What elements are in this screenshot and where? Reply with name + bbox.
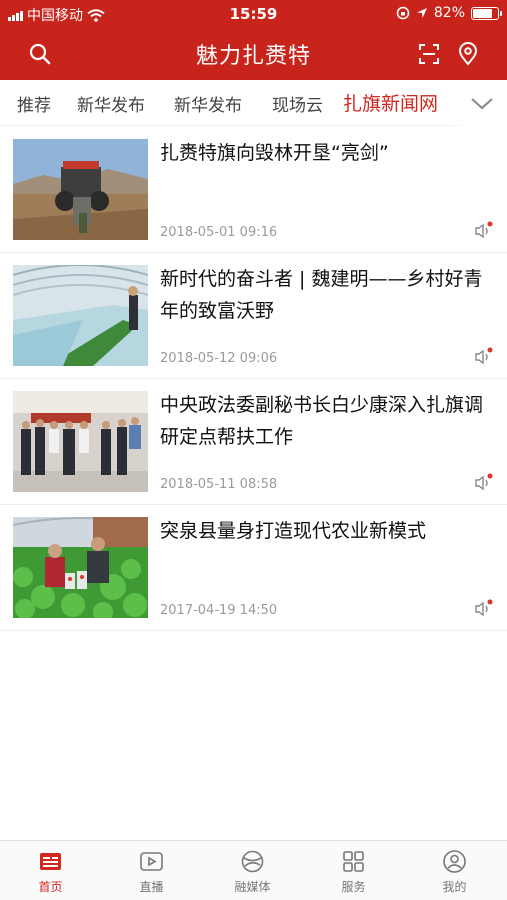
tab-recommend[interactable]: 推荐 xyxy=(17,91,51,116)
news-date: 2017-04-19 14:50 xyxy=(160,603,278,618)
channel-tabs: 推荐 新华发布 新华发布 现场云 扎旗新闻网 xyxy=(0,80,507,126)
news-thumbnail-tractor xyxy=(13,139,148,240)
home-news-icon xyxy=(40,853,61,870)
nav-label: 我的 xyxy=(442,880,467,894)
speaker-icon[interactable] xyxy=(473,221,493,241)
news-headline[interactable]: 新时代的奋斗者 | 魏建明——乡村好青年的致富沃野 xyxy=(160,263,497,327)
news-headline[interactable]: 中央政法委副秘书长白少康深入扎旗调研定点帮扶工作 xyxy=(160,389,497,453)
play-icon xyxy=(140,852,163,871)
nav-services[interactable]: 服务 xyxy=(303,841,404,900)
news-thumbnail-greenhouse xyxy=(13,265,148,366)
chevron-down-icon[interactable] xyxy=(469,91,495,115)
location-arrow-icon xyxy=(416,8,427,18)
app-header: 中国移动 15:59 82% 魅力扎赉特 xyxy=(0,0,507,80)
news-headline[interactable]: 突泉县量身打造现代农业新模式 xyxy=(160,515,497,547)
news-date: 2018-05-11 08:58 xyxy=(160,477,278,492)
news-date: 2018-05-01 09:16 xyxy=(160,225,278,240)
news-date: 2018-05-12 09:06 xyxy=(160,351,278,366)
scan-icon[interactable] xyxy=(415,40,443,68)
nav-label: 直播 xyxy=(139,880,164,894)
speaker-icon[interactable] xyxy=(473,599,493,619)
battery-icon xyxy=(471,6,502,20)
tab-xinhua-release-1[interactable]: 新华发布 xyxy=(77,91,145,116)
news-item[interactable]: 中央政法委副秘书长白少康深入扎旗调研定点帮扶工作 2018-05-11 08:5… xyxy=(0,379,507,505)
status-bar: 中国移动 15:59 82% xyxy=(0,0,507,28)
nav-label: 服务 xyxy=(341,880,366,894)
battery-percent: 82% xyxy=(433,5,465,21)
nav-live[interactable]: 直播 xyxy=(101,841,202,900)
title-bar: 魅力扎赉特 xyxy=(0,28,507,80)
speaker-icon[interactable] xyxy=(473,347,493,367)
news-item[interactable]: 新时代的奋斗者 | 魏建明——乡村好青年的致富沃野 2018-05-12 09:… xyxy=(0,253,507,379)
tab-zaqi-news[interactable]: 扎旗新闻网 xyxy=(343,89,438,116)
bottom-navigation: 首页 直播 融媒体 服务 我的 xyxy=(0,840,507,900)
grid-icon xyxy=(343,851,364,872)
news-item[interactable]: 突泉县量身打造现代农业新模式 2017-04-19 14:50 xyxy=(0,505,507,631)
nav-media[interactable]: 融媒体 xyxy=(202,841,303,900)
speaker-icon[interactable] xyxy=(473,473,493,493)
nav-mine[interactable]: 我的 xyxy=(404,841,505,900)
globe-icon xyxy=(241,850,264,873)
nav-label: 融媒体 xyxy=(234,880,271,894)
news-thumbnail-seedlings xyxy=(13,517,148,618)
lock-rotation-icon xyxy=(396,6,410,20)
news-list: 扎赉特旗向毁林开垦“亮剑” 2018-05-01 09:16 新时代的奋斗者 |… xyxy=(0,127,507,631)
tab-xinhua-release-2[interactable]: 新华发布 xyxy=(174,91,242,116)
location-pin-icon[interactable] xyxy=(454,40,482,68)
user-icon xyxy=(443,850,466,873)
nav-home[interactable]: 首页 xyxy=(0,841,101,900)
news-thumbnail-officials xyxy=(13,391,148,492)
news-item[interactable]: 扎赉特旗向毁林开垦“亮剑” 2018-05-01 09:16 xyxy=(0,127,507,253)
status-right: 82% xyxy=(396,5,502,21)
news-headline[interactable]: 扎赉特旗向毁林开垦“亮剑” xyxy=(160,137,497,169)
nav-label: 首页 xyxy=(38,880,63,894)
tab-live-scene-cloud[interactable]: 现场云 xyxy=(272,91,323,116)
